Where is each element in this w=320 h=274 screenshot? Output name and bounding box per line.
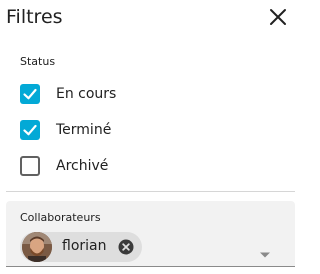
filter-panel: Filtres Status En cours Terminé Archivé … xyxy=(0,0,301,274)
close-icon xyxy=(270,9,286,25)
divider xyxy=(6,191,295,192)
chip-label: florian xyxy=(62,238,107,254)
close-button[interactable] xyxy=(268,7,288,27)
checkmark-icon xyxy=(23,124,37,136)
dropdown-arrow-button[interactable] xyxy=(259,244,271,258)
checkbox-label: Archivé xyxy=(56,158,109,174)
checkbox-label: Terminé xyxy=(56,122,112,138)
cancel-icon xyxy=(118,239,134,255)
status-option-archive[interactable]: Archivé xyxy=(20,155,220,177)
checkmark-icon xyxy=(23,88,37,100)
collaborators-select[interactable]: Collaborateurs florian xyxy=(6,201,295,267)
status-option-en-cours[interactable]: En cours xyxy=(20,83,220,105)
collaborator-chip[interactable]: florian xyxy=(20,232,142,262)
status-option-termine[interactable]: Terminé xyxy=(20,119,220,141)
collaborators-label: Collaborateurs xyxy=(20,211,101,224)
checkbox-label: En cours xyxy=(56,86,117,102)
avatar xyxy=(22,232,52,262)
checkbox-en-cours[interactable] xyxy=(20,84,40,104)
status-heading: Status xyxy=(20,55,56,68)
checkbox-termine[interactable] xyxy=(20,120,40,140)
checkbox-archive[interactable] xyxy=(20,156,40,176)
chip-remove-button[interactable] xyxy=(118,239,134,255)
dropdown-arrow-icon xyxy=(260,252,270,258)
panel-title: Filtres xyxy=(6,6,63,28)
